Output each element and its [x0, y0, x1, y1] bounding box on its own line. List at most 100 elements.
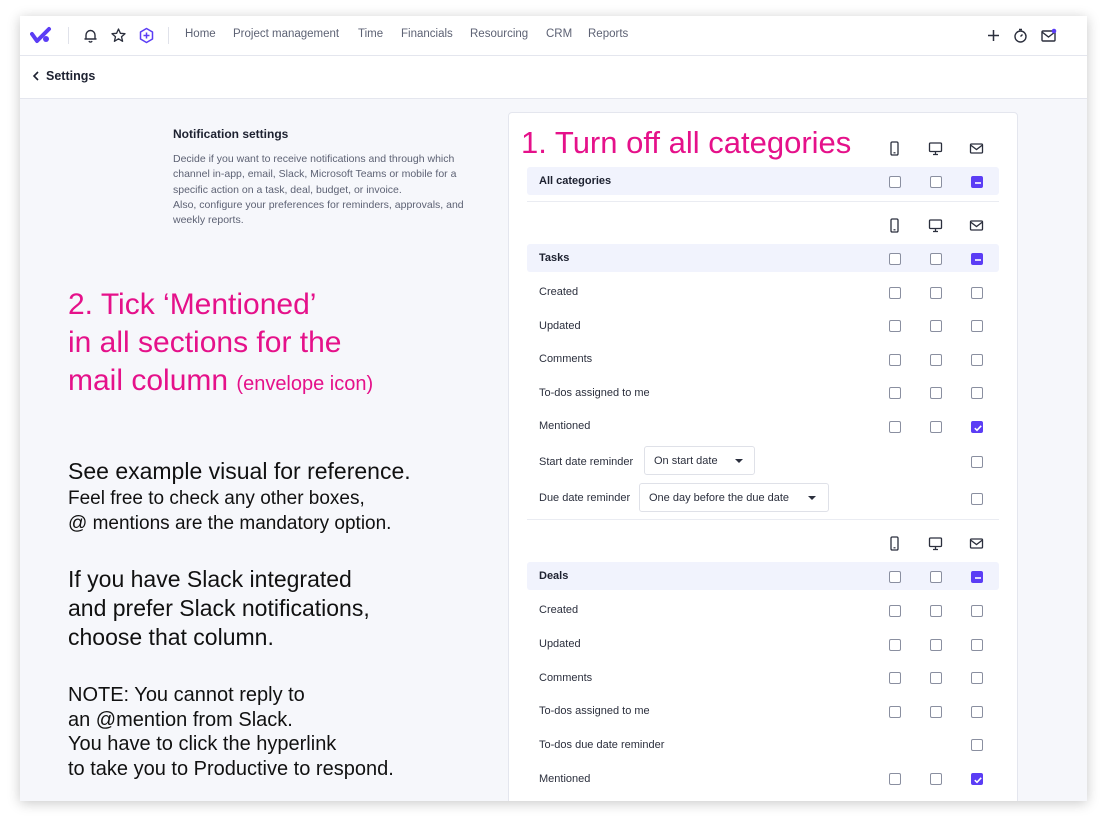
page-title: Settings — [46, 69, 96, 83]
nav-home[interactable]: Home — [185, 28, 216, 40]
step2-line: 2. Tick ‘Mentioned’ — [68, 288, 317, 321]
tasks-todos-mobile-checkbox[interactable] — [889, 387, 901, 399]
deals-row-label: Comments — [539, 672, 593, 684]
start-date-reminder-email-checkbox[interactable] — [971, 456, 983, 468]
deals-todos-due-email-checkbox[interactable] — [971, 739, 983, 751]
all-categories-mobile-checkbox[interactable] — [889, 176, 901, 188]
note-line: You have to click the hyperlink — [68, 733, 337, 755]
slack-line: choose that column. — [68, 624, 274, 650]
tasks-updated-email-checkbox[interactable] — [971, 320, 983, 332]
nav-crm[interactable]: CRM — [546, 28, 572, 40]
deals-category-row: Deals — [527, 562, 999, 590]
nav-reports[interactable]: Reports — [588, 28, 628, 40]
deals-created-mobile-checkbox[interactable] — [889, 605, 901, 617]
tasks-comments-mobile-checkbox[interactable] — [889, 354, 901, 366]
section-divider — [527, 201, 999, 202]
envelope-icon — [969, 220, 984, 231]
notification-settings-title: Notification settings — [173, 127, 289, 141]
tasks-category-label: Tasks — [539, 252, 570, 264]
note-line: to take you to Productive to respond. — [68, 757, 394, 780]
deals-row-label: Mentioned — [539, 773, 591, 785]
all-categories-row: All categories — [527, 167, 999, 195]
tasks-row-label: Created — [539, 286, 579, 298]
tasks-comments-desktop-checkbox[interactable] — [930, 354, 942, 366]
deals-todos-desktop-checkbox[interactable] — [930, 706, 942, 718]
deals-updated-email-checkbox[interactable] — [971, 639, 983, 651]
nav-financials[interactable]: Financials — [401, 28, 453, 40]
deals-mentioned-mobile-checkbox[interactable] — [889, 773, 901, 785]
chevron-down-icon — [735, 459, 743, 463]
example-text: Feel free to check any other boxes, @ me… — [68, 486, 391, 536]
nav-divider — [68, 27, 69, 44]
nav-divider — [168, 27, 169, 44]
start-date-reminder-select[interactable]: On start date — [644, 446, 755, 475]
deals-updated-desktop-checkbox[interactable] — [930, 639, 942, 651]
desktop-icon — [928, 537, 943, 551]
start-date-reminder-value: On start date — [654, 455, 718, 467]
deals-comments-mobile-checkbox[interactable] — [889, 672, 901, 684]
tasks-mentioned-email-checkbox[interactable] — [971, 421, 983, 433]
example-line: @ mentions are the mandatory option. — [68, 513, 392, 534]
tasks-row-label: Mentioned — [539, 420, 591, 432]
timer-icon[interactable] — [1012, 27, 1029, 44]
deals-mobile-checkbox[interactable] — [889, 571, 901, 583]
example-line: Feel free to check any other boxes, — [68, 488, 365, 509]
deals-email-checkbox[interactable] — [971, 571, 983, 583]
deals-row-label: Created — [539, 604, 579, 616]
productive-logo[interactable] — [30, 26, 52, 44]
all-categories-desktop-checkbox[interactable] — [930, 176, 942, 188]
slack-line: If you have Slack integrated — [68, 566, 352, 592]
tasks-mobile-checkbox[interactable] — [889, 253, 901, 265]
deals-desktop-checkbox[interactable] — [930, 571, 942, 583]
example-heading: See example visual for reference. — [68, 458, 411, 484]
tasks-created-desktop-checkbox[interactable] — [930, 287, 942, 299]
due-date-reminder-email-checkbox[interactable] — [971, 493, 983, 505]
tasks-mentioned-desktop-checkbox[interactable] — [930, 421, 942, 433]
top-nav: Home Project management Time Financials … — [20, 16, 1087, 56]
section-divider — [527, 519, 999, 520]
tasks-updated-desktop-checkbox[interactable] — [930, 320, 942, 332]
plus-icon[interactable] — [985, 27, 1002, 44]
slack-text: If you have Slack integrated and prefer … — [68, 565, 370, 652]
settings-header: Settings — [20, 56, 1087, 99]
tasks-created-email-checkbox[interactable] — [971, 287, 983, 299]
deals-comments-desktop-checkbox[interactable] — [930, 672, 942, 684]
tasks-updated-mobile-checkbox[interactable] — [889, 320, 901, 332]
due-date-reminder-select[interactable]: One day before the due date — [639, 483, 829, 512]
note-line: an @mention from Slack. — [68, 708, 293, 731]
deals-created-email-checkbox[interactable] — [971, 605, 983, 617]
deals-mentioned-desktop-checkbox[interactable] — [930, 773, 942, 785]
step1-annotation: 1. Turn off all categories — [521, 125, 852, 160]
envelope-icon — [969, 538, 984, 549]
deals-created-desktop-checkbox[interactable] — [930, 605, 942, 617]
notification-settings-description: Decide if you want to receive notificati… — [173, 153, 464, 227]
plus-badge-icon[interactable] — [138, 27, 155, 44]
star-icon[interactable] — [110, 27, 127, 44]
tasks-email-checkbox[interactable] — [971, 253, 983, 265]
inbox-icon[interactable] — [1040, 27, 1057, 44]
tasks-desktop-checkbox[interactable] — [930, 253, 942, 265]
note-text: NOTE: You cannot reply to an @mention fr… — [68, 683, 394, 781]
nav-time[interactable]: Time — [358, 28, 383, 40]
tasks-mentioned-mobile-checkbox[interactable] — [889, 421, 901, 433]
nav-project-management[interactable]: Project management — [233, 28, 339, 40]
deals-comments-email-checkbox[interactable] — [971, 672, 983, 684]
deals-row-label: To-dos due date reminder — [539, 739, 665, 751]
tasks-comments-email-checkbox[interactable] — [971, 354, 983, 366]
tasks-row-label: Comments — [539, 353, 593, 365]
all-categories-email-checkbox[interactable] — [971, 176, 983, 188]
chevron-down-icon — [808, 496, 816, 500]
nav-resourcing[interactable]: Resourcing — [470, 28, 528, 40]
deals-updated-mobile-checkbox[interactable] — [889, 639, 901, 651]
chevron-left-icon[interactable] — [30, 70, 42, 82]
step2-line: mail column (envelope icon) — [68, 362, 488, 403]
deals-mentioned-email-checkbox[interactable] — [971, 773, 983, 785]
tasks-created-mobile-checkbox[interactable] — [889, 287, 901, 299]
tasks-todos-desktop-checkbox[interactable] — [930, 387, 942, 399]
deals-todos-email-checkbox[interactable] — [971, 706, 983, 718]
due-date-reminder-value: One day before the due date — [649, 492, 790, 504]
tasks-todos-email-checkbox[interactable] — [971, 387, 983, 399]
bell-icon[interactable] — [82, 27, 99, 44]
deals-todos-mobile-checkbox[interactable] — [889, 706, 901, 718]
desktop-icon — [928, 142, 943, 156]
